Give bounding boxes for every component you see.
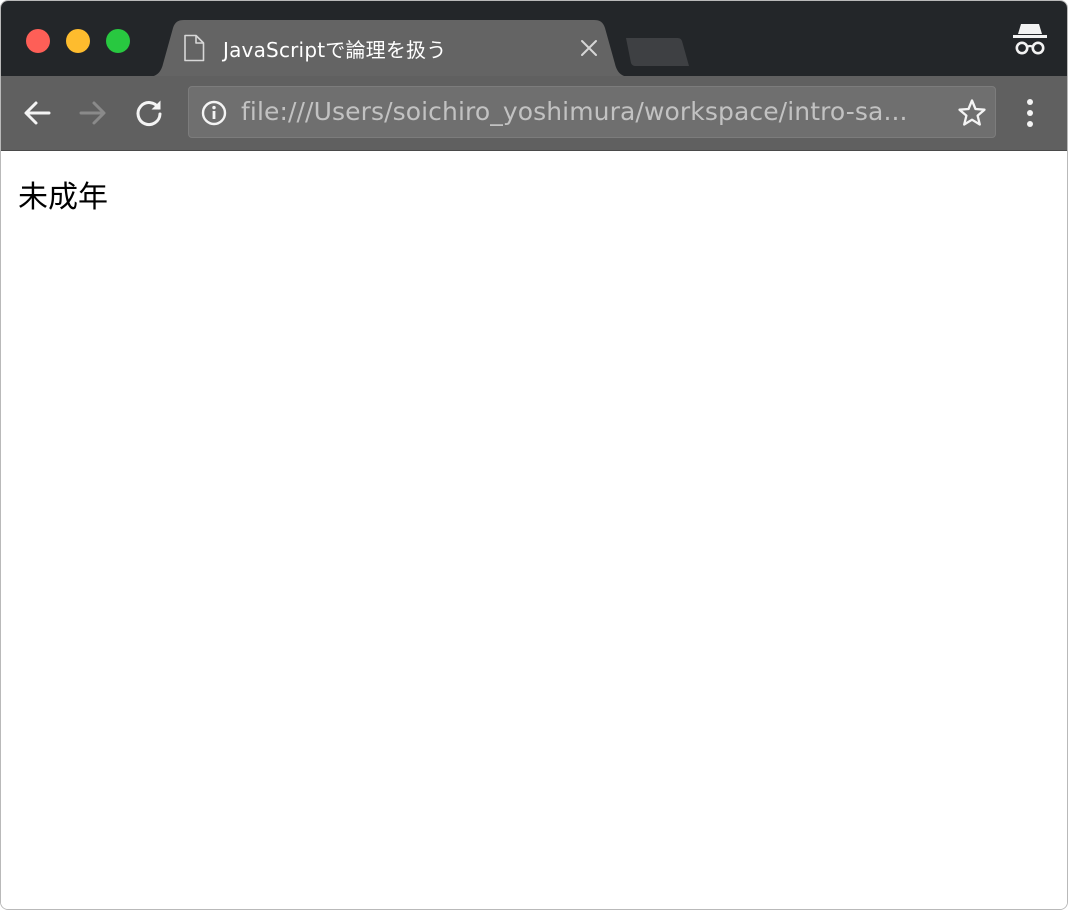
toolbar: file:///Users/soichiro_yoshimura/workspa…	[1, 76, 1067, 151]
url-text[interactable]: file:///Users/soichiro_yoshimura/workspa…	[241, 97, 941, 126]
close-icon[interactable]	[577, 36, 601, 60]
browser-window: JavaScriptで論理を扱う file:///Users/soichiro_…	[1, 1, 1067, 909]
back-arrow-icon[interactable]	[21, 97, 53, 129]
tab-title: JavaScriptで論理を扱う	[223, 38, 447, 62]
page-content: 未成年	[1, 151, 1067, 909]
window-minimize-button[interactable]	[66, 29, 90, 53]
window-maximize-button[interactable]	[106, 29, 130, 53]
tab-active[interactable]: JavaScriptで論理を扱う	[147, 20, 631, 77]
star-icon[interactable]	[957, 98, 987, 128]
forward-arrow-icon[interactable]	[77, 97, 109, 129]
title-bar: JavaScriptで論理を扱う	[1, 1, 1067, 77]
document-icon	[184, 34, 205, 62]
new-tab-icon[interactable]	[623, 37, 691, 67]
page-text: 未成年	[18, 180, 108, 215]
info-icon[interactable]	[201, 100, 227, 126]
more-vert-icon[interactable]	[1017, 96, 1043, 130]
window-close-button[interactable]	[26, 29, 50, 53]
incognito-icon[interactable]	[1011, 21, 1049, 57]
reload-icon[interactable]	[133, 97, 165, 129]
address-bar[interactable]: file:///Users/soichiro_yoshimura/workspa…	[188, 86, 996, 138]
